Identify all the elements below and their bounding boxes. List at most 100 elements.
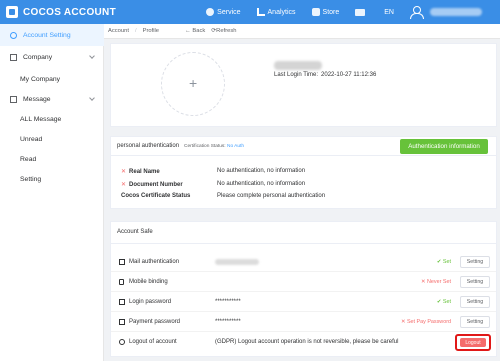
breadcrumb: Account / Profile ← Back ⟳Refresh: [104, 24, 500, 39]
refresh-button[interactable]: ⟳Refresh: [211, 28, 236, 34]
user-avatar-icon[interactable]: [410, 5, 424, 19]
account-safe-header: Account Safe: [111, 222, 496, 244]
status-badge: ✔ Set: [436, 259, 451, 265]
gear-icon: [206, 8, 215, 16]
document-number-value: No authentication, no information: [217, 181, 306, 187]
auth-title: personal authentication: [117, 143, 180, 149]
username-redacted: [274, 61, 322, 70]
sidebar-group-message[interactable]: Message: [0, 88, 104, 110]
account-safe-card: Account Safe Mail authentication ✔ Set S…: [110, 221, 497, 357]
sidebar-item-unread[interactable]: Unread: [0, 128, 104, 150]
safe-row-label: Payment password: [129, 319, 181, 325]
mobile-setting-button[interactable]: Setting: [460, 276, 490, 288]
document-number-label: Document Number: [129, 182, 183, 188]
real-name-value: No authentication, no information: [217, 168, 306, 174]
last-login-label: Last Login Time:: [274, 72, 319, 78]
auth-row-label: ✕ Document Number: [121, 181, 183, 188]
account-icon: [10, 31, 17, 39]
safe-row-logout: Logout of account (GDPR) Logout account …: [111, 332, 496, 352]
safe-row-payment-password: Payment password *********** ✕ Set Pay P…: [111, 312, 496, 332]
real-name-label: Real Name: [129, 169, 160, 175]
login-password-setting-button[interactable]: Setting: [460, 296, 490, 308]
nav-analytics[interactable]: Analytics: [256, 8, 296, 16]
sidebar-item-account-setting[interactable]: Account Setting: [0, 24, 104, 46]
cocos-certificate-label: Cocos Certificate Status: [121, 193, 191, 199]
safe-row-label: Mobile binding: [129, 279, 168, 285]
mail-button[interactable]: [355, 8, 368, 16]
company-icon: [10, 53, 17, 61]
status-badge: ✕ Never Set: [421, 279, 451, 285]
brand-logo[interactable]: COCOS ACCOUNT: [6, 6, 116, 18]
top-nav: Service Analytics Store EN: [206, 0, 500, 24]
certification-status: Certification Status: No Auth: [184, 144, 244, 149]
sidebar-item-setting[interactable]: Setting: [0, 168, 104, 190]
sidebar-item-label: Unread: [20, 135, 43, 143]
cocos-certificate-value: Please complete personal authentication: [217, 193, 326, 199]
nav-service[interactable]: Service: [206, 8, 241, 16]
authentication-information-button[interactable]: Authentication information: [400, 139, 488, 154]
lock-icon: [119, 299, 125, 305]
mail-icon: [355, 8, 366, 16]
safe-row-login-password: Login password *********** ✔ Set Setting: [111, 292, 496, 312]
back-button[interactable]: ← Back: [185, 28, 205, 34]
account-safe-title: Account Safe: [117, 229, 153, 235]
username-redacted[interactable]: [430, 8, 482, 16]
sidebar-item-label: Read: [20, 155, 37, 163]
auth-row-label: Cocos Certificate Status: [121, 193, 190, 199]
login-password-value: ***********: [215, 299, 241, 305]
sidebar-item-my-company[interactable]: My Company: [0, 68, 104, 90]
sidebar-item-all-message[interactable]: ALL Message: [0, 108, 104, 130]
safe-row-label: Login password: [129, 299, 172, 305]
auth-card-header: personal authentication Certification St…: [111, 137, 496, 156]
sidebar-item-read[interactable]: Read: [0, 148, 104, 170]
personal-authentication-card: personal authentication Certification St…: [110, 136, 497, 209]
chart-icon: [256, 8, 265, 16]
email-redacted: [215, 259, 259, 265]
cross-icon: ✕: [121, 182, 127, 188]
breadcrumb-account[interactable]: Account: [108, 28, 129, 34]
logout-warning: (GDPR) Logout account operation is not r…: [215, 339, 399, 345]
payment-password-value: ***********: [215, 319, 241, 325]
plus-icon: +: [189, 75, 198, 91]
chevron-down-icon: [89, 53, 95, 59]
cocos-logo-icon: [6, 6, 18, 18]
avatar-upload[interactable]: +: [161, 52, 225, 116]
sidebar-item-label: ALL Message: [20, 115, 62, 123]
sidebar-item-label: Company: [23, 53, 53, 61]
mail-icon: [119, 259, 125, 265]
last-login-value: 2022-10-27 11:12:36: [321, 72, 377, 78]
sidebar-item-label: Account Setting: [23, 31, 71, 39]
sidebar-item-label: Setting: [20, 175, 42, 183]
cert-status-label: Certification Status:: [184, 143, 226, 149]
nav-store-label: Store: [322, 8, 340, 16]
breadcrumb-separator: /: [134, 28, 137, 34]
status-badge: ✔ Set: [436, 299, 451, 305]
logout-highlight: Logout: [455, 334, 491, 351]
brand-title: COCOS ACCOUNT: [23, 6, 116, 18]
store-icon: [311, 8, 320, 16]
breadcrumb-profile: Profile: [142, 28, 160, 34]
sidebar-item-label: My Company: [20, 75, 61, 83]
last-login-time: Last Login Time: 2022-10-27 11:12:36: [274, 72, 379, 78]
message-icon: [10, 95, 17, 103]
safe-row-mobile: Mobile binding ✕ Never Set Setting: [111, 272, 496, 292]
language-switch[interactable]: EN: [384, 9, 394, 16]
sidebar-item-label: Message: [23, 95, 51, 103]
status-badge: ✕ Set Pay Password: [400, 319, 451, 325]
logout-button[interactable]: Logout: [460, 338, 486, 347]
sidebar-group-company[interactable]: Company: [0, 46, 104, 68]
profile-card: + Last Login Time: 2022-10-27 11:12:36: [110, 43, 497, 127]
mail-setting-button[interactable]: Setting: [460, 256, 490, 268]
cert-status-value: No Auth: [226, 143, 245, 149]
nav-store[interactable]: Store: [311, 8, 340, 16]
sidebar: Account Setting Company My Company Messa…: [0, 24, 104, 361]
safe-row-label: Mail authentication: [129, 259, 180, 265]
payment-password-setting-button[interactable]: Setting: [460, 316, 490, 328]
mobile-icon: [119, 279, 124, 285]
nav-analytics-label: Analytics: [267, 8, 296, 16]
payment-icon: [119, 319, 125, 325]
cross-icon: ✕: [121, 169, 127, 175]
chevron-down-icon: [89, 95, 95, 101]
top-navbar: COCOS ACCOUNT Service Analytics Store EN: [0, 0, 500, 24]
safe-row-mail: Mail authentication ✔ Set Setting: [111, 252, 496, 272]
